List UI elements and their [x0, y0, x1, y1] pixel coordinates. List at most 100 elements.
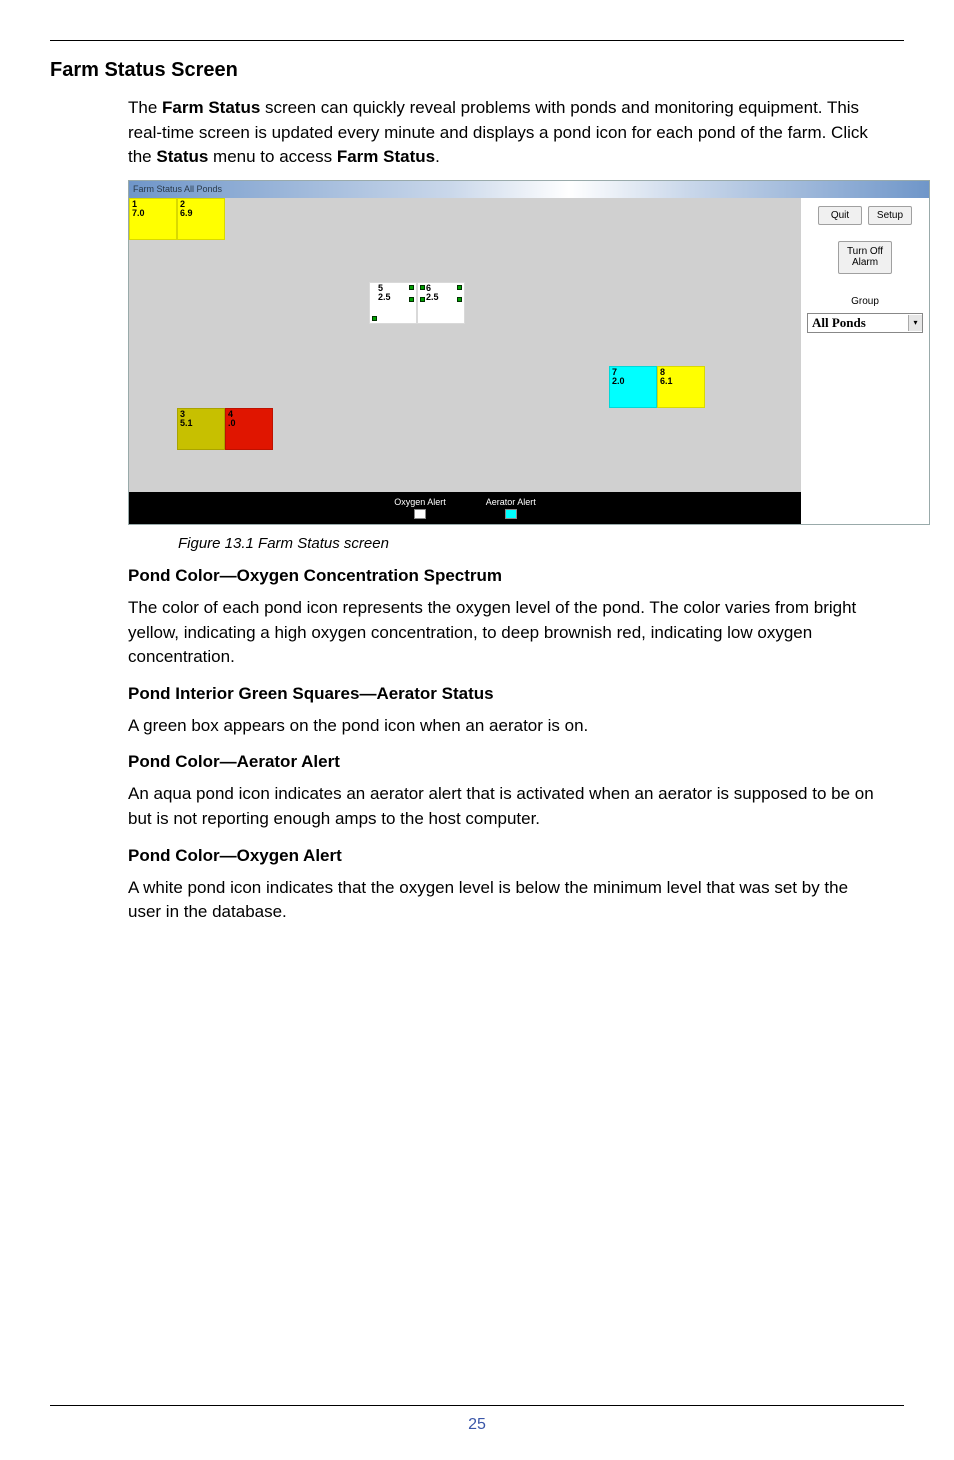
empty-cell	[129, 240, 177, 282]
empty-cell	[513, 450, 561, 492]
body-aerator-alert: An aqua pond icon indicates an aerator a…	[128, 782, 884, 831]
pond-8[interactable]: 8 6.1	[657, 366, 705, 408]
empty-cell	[225, 450, 273, 492]
empty-cell	[561, 366, 609, 408]
empty-cell	[273, 324, 321, 366]
quit-button[interactable]: Quit	[818, 206, 862, 225]
empty-cell	[417, 324, 465, 366]
subhead-oxygen-alert: Pond Color—Oxygen Alert	[128, 846, 884, 866]
aerator-on-icon	[409, 285, 414, 290]
empty-cell	[705, 366, 753, 408]
empty-cell	[321, 240, 369, 282]
pond-value: 6.9	[180, 209, 222, 218]
empty-cell	[465, 282, 513, 324]
empty-cell	[369, 450, 417, 492]
empty-cell	[513, 282, 561, 324]
intro-paragraph: The Farm Status screen can quickly revea…	[128, 96, 884, 170]
pond-3[interactable]: 3 5.1	[177, 408, 225, 450]
pond-6[interactable]: 6 2.5	[417, 282, 465, 324]
empty-cell	[321, 282, 369, 324]
empty-cell	[273, 450, 321, 492]
body-aerator-status: A green box appears on the pond icon whe…	[128, 714, 884, 739]
section-title: Farm Status Screen	[50, 59, 904, 82]
empty-cell	[321, 366, 369, 408]
empty-cell	[177, 240, 225, 282]
empty-cell	[609, 324, 657, 366]
empty-cell	[657, 324, 705, 366]
empty-cell	[465, 240, 513, 282]
empty-cell	[321, 408, 369, 450]
pond-4[interactable]: 4 .0	[225, 408, 273, 450]
empty-cell	[609, 450, 657, 492]
empty-cell	[417, 240, 465, 282]
empty-cell	[609, 282, 657, 324]
empty-cell	[465, 450, 513, 492]
legend-label: Aerator Alert	[486, 497, 536, 507]
empty-cell	[465, 198, 513, 240]
empty-cell	[705, 450, 753, 492]
top-divider	[50, 40, 904, 41]
empty-cell	[561, 408, 609, 450]
bottom-divider	[50, 1405, 904, 1406]
window-title-bar: Farm Status All Ponds	[129, 181, 929, 198]
empty-cell	[129, 324, 177, 366]
group-label: Group	[807, 296, 923, 307]
empty-cell	[753, 198, 801, 240]
empty-cell	[753, 450, 801, 492]
legend-bar: Oxygen Alert Aerator Alert	[129, 492, 801, 524]
empty-cell	[609, 408, 657, 450]
empty-cell	[177, 450, 225, 492]
empty-cell	[513, 408, 561, 450]
empty-cell	[753, 324, 801, 366]
empty-cell	[705, 408, 753, 450]
pond-value: 2.5	[372, 293, 414, 302]
empty-cell	[273, 240, 321, 282]
empty-cell	[273, 366, 321, 408]
legend-oxygen-alert: Oxygen Alert	[394, 497, 446, 519]
empty-cell	[465, 324, 513, 366]
empty-cell	[369, 324, 417, 366]
empty-cell	[273, 282, 321, 324]
empty-cell	[417, 408, 465, 450]
empty-cell	[369, 240, 417, 282]
pond-value: .0	[228, 419, 270, 428]
empty-cell	[225, 240, 273, 282]
turn-off-alarm-button[interactable]: Turn OffAlarm	[838, 241, 892, 274]
empty-cell	[609, 240, 657, 282]
pond-value: 2.0	[612, 377, 654, 386]
page-number: 25	[50, 1416, 904, 1434]
aerator-alert-swatch-icon	[505, 509, 517, 519]
subhead-pond-color-oxygen: Pond Color—Oxygen Concentration Spectrum	[128, 566, 884, 586]
group-select[interactable]: All Ponds ▾	[807, 313, 923, 333]
empty-cell	[561, 198, 609, 240]
empty-cell	[561, 324, 609, 366]
pond-7[interactable]: 7 2.0	[609, 366, 657, 408]
empty-cell	[129, 282, 177, 324]
intro-text: .	[435, 147, 440, 166]
legend-aerator-alert: Aerator Alert	[486, 497, 536, 519]
empty-cell	[225, 366, 273, 408]
pond-2[interactable]: 2 6.9	[177, 198, 225, 240]
pond-value: 2.5	[420, 293, 462, 302]
empty-cell	[657, 240, 705, 282]
pond-5[interactable]: 5 2.5	[369, 282, 417, 324]
empty-cell	[225, 324, 273, 366]
pond-value: 7.0	[132, 209, 174, 218]
empty-cell	[753, 408, 801, 450]
empty-cell	[513, 366, 561, 408]
empty-cell	[465, 408, 513, 450]
chevron-down-icon[interactable]: ▾	[908, 315, 922, 331]
pond-1[interactable]: 1 7.0	[129, 198, 177, 240]
aerator-on-icon	[457, 285, 462, 290]
group-select-value: All Ponds	[808, 314, 908, 332]
farm-status-window: Farm Status All Ponds 1 7.0 2 6.9	[128, 180, 930, 525]
intro-text: The	[128, 98, 162, 117]
intro-bold-farm-status: Farm Status	[162, 98, 260, 117]
setup-button[interactable]: Setup	[868, 206, 912, 225]
empty-cell	[177, 366, 225, 408]
empty-cell	[369, 408, 417, 450]
body-oxygen-alert: A white pond icon indicates that the oxy…	[128, 876, 884, 925]
empty-cell	[753, 366, 801, 408]
empty-cell	[129, 366, 177, 408]
empty-cell	[657, 450, 705, 492]
